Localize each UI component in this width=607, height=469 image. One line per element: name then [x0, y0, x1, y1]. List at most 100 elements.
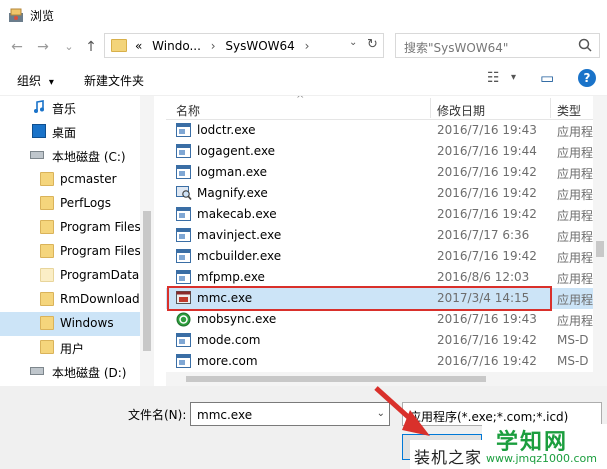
file-name: mmc.exe: [197, 291, 253, 305]
navigation-pane: 音乐 桌面 本地磁盘 (C:) pcmaster PerfLogs Progra…: [0, 96, 154, 386]
file-type: 应用程: [557, 209, 594, 223]
sort-ascending-icon: ^: [296, 96, 305, 105]
view-options-icon[interactable]: ☷: [487, 70, 500, 86]
scrollbar-thumb[interactable]: [186, 376, 486, 382]
column-header-type[interactable]: 类型: [557, 102, 581, 119]
search-input[interactable]: 搜索"SysWOW64": [395, 33, 600, 58]
horizontal-scrollbar[interactable]: [166, 372, 593, 386]
exe-file-icon: [176, 144, 191, 158]
up-folder-icon[interactable]: ↑: [82, 38, 100, 56]
sidebar-item-label: 用户: [60, 342, 85, 356]
search-icon[interactable]: [577, 37, 593, 53]
file-row[interactable]: mobsync.exe 2016/7/16 19:43 应用程: [166, 309, 594, 330]
file-row[interactable]: logagent.exe 2016/7/16 19:44 应用程: [166, 141, 594, 162]
new-folder-button[interactable]: 新建文件夹: [84, 72, 144, 89]
address-bar[interactable]: « Windo... › SysWOW64 › ⌄ ↻: [104, 33, 384, 58]
sidebar-item-drive-d[interactable]: 本地磁盘 (D:): [0, 360, 140, 384]
column-divider[interactable]: [550, 98, 551, 118]
sidebar-item-users[interactable]: 用户: [0, 336, 140, 360]
refresh-icon[interactable]: ↻: [367, 37, 378, 52]
sidebar-item-label: ProgramData: [60, 268, 140, 282]
file-date: 2016/8/6 12:03: [437, 270, 530, 284]
sidebar-item-desktop[interactable]: 桌面: [0, 120, 140, 144]
sidebar-item-music[interactable]: 音乐: [0, 96, 140, 120]
column-header-row: 名称 ^ 修改日期 类型: [166, 96, 607, 120]
file-date: 2016/7/16 19:42: [437, 207, 537, 221]
sidebar-item-label: RmDownload: [60, 292, 140, 306]
sidebar-item-label: PerfLogs: [60, 196, 112, 210]
chevron-down-icon[interactable]: ⌄: [377, 408, 385, 419]
filename-input[interactable]: mmc.exe ⌄: [190, 402, 390, 426]
breadcrumb-item-windows[interactable]: Windo...: [152, 39, 201, 53]
view-dropdown-icon[interactable]: ▾: [511, 72, 516, 83]
file-type: 应用程: [557, 314, 594, 328]
sidebar-item-programdata[interactable]: ProgramData: [0, 264, 140, 288]
address-dropdown-icon[interactable]: ⌄: [349, 37, 357, 48]
file-date: 2016/7/16 19:42: [437, 165, 537, 179]
sidebar-item-label: 本地磁盘 (C:): [52, 150, 126, 164]
file-row-selected[interactable]: mmc.exe 2017/3/4 14:15 应用程: [166, 288, 594, 309]
folder-icon: [40, 220, 54, 234]
file-date: 2016/7/16 19:42: [437, 354, 537, 368]
file-name: logman.exe: [197, 165, 268, 179]
recent-locations-icon[interactable]: ⌄: [60, 38, 78, 56]
sidebar-item-rmdownload[interactable]: RmDownload: [0, 288, 140, 312]
file-row[interactable]: logman.exe 2016/7/16 19:42 应用程: [166, 162, 594, 183]
sidebar-item-label: Program Files: [60, 220, 141, 234]
file-name: logagent.exe: [197, 144, 276, 158]
music-icon: [34, 100, 44, 113]
folder-icon: [40, 268, 54, 282]
mmc-app-icon: [176, 291, 191, 304]
organize-button[interactable]: 组织 ▾: [17, 72, 54, 89]
file-type: MS-D: [557, 354, 589, 368]
file-list-scrollbar[interactable]: [593, 96, 607, 386]
scrollbar-thumb[interactable]: [143, 211, 151, 351]
file-row[interactable]: lodctr.exe 2016/7/16 19:43 应用程: [166, 120, 594, 141]
sidebar-item-perflogs[interactable]: PerfLogs: [0, 192, 140, 216]
file-name: more.com: [197, 354, 258, 368]
file-row[interactable]: mcbuilder.exe 2016/7/16 19:42 应用程: [166, 246, 594, 267]
file-type: 应用程: [557, 230, 594, 244]
breadcrumb-separator-icon[interactable]: ›: [305, 39, 310, 53]
exe-file-icon: [176, 165, 191, 179]
folder-icon: [40, 340, 54, 354]
back-icon[interactable]: ←: [8, 38, 26, 56]
file-row[interactable]: mfpmp.exe 2016/8/6 12:03 应用程: [166, 267, 594, 288]
sidebar-item-windows[interactable]: Windows: [0, 312, 140, 336]
file-row[interactable]: more.com 2016/7/16 19:42 MS-D: [166, 351, 594, 372]
sidebar-item-drive-c[interactable]: 本地磁盘 (C:): [0, 144, 140, 168]
file-row[interactable]: mavinject.exe 2016/7/17 6:36 应用程: [166, 225, 594, 246]
column-header-name[interactable]: 名称: [176, 102, 200, 119]
sidebar-item-label: 音乐: [52, 102, 77, 116]
sidebar-item-program-files[interactable]: Program Files: [0, 216, 141, 240]
scrollbar-thumb[interactable]: [596, 241, 604, 257]
file-type: 应用程: [557, 146, 594, 160]
breadcrumb-item-syswow64[interactable]: SysWOW64: [225, 39, 294, 53]
filetype-value: 应用程序(*.exe;*.com;*.icd): [409, 410, 569, 424]
filename-label: 文件名(N):: [128, 408, 187, 422]
breadcrumb-prefix[interactable]: «: [135, 39, 142, 53]
forward-icon[interactable]: →: [34, 38, 52, 56]
filetype-select[interactable]: 应用程序(*.exe;*.com;*.icd): [402, 402, 602, 426]
file-type: 应用程: [557, 293, 594, 307]
breadcrumb: « Windo... › SysWOW64 ›: [135, 39, 315, 53]
folder-icon: [111, 39, 127, 52]
sidebar-item-program-files-x86[interactable]: Program Files: [0, 240, 141, 264]
column-header-date[interactable]: 修改日期: [437, 102, 485, 119]
file-row[interactable]: makecab.exe 2016/7/16 19:42 应用程: [166, 204, 594, 225]
sidebar-scrollbar[interactable]: [140, 96, 154, 386]
folder-icon: [40, 196, 54, 210]
file-row[interactable]: Magnify.exe 2016/7/16 19:42 应用程: [166, 183, 594, 204]
file-name: mcbuilder.exe: [197, 249, 282, 263]
command-bar: 组织 ▾ 新建文件夹 ☷ ▾ ▭: [0, 64, 607, 96]
sidebar-item-pcmaster[interactable]: pcmaster: [0, 168, 140, 192]
file-type: 应用程: [557, 251, 594, 265]
file-row[interactable]: mode.com 2016/7/16 19:42 MS-D: [166, 330, 594, 351]
preview-pane-icon[interactable]: ▭: [540, 69, 554, 87]
drive-icon: [30, 367, 44, 375]
file-type: 应用程: [557, 272, 594, 286]
help-button[interactable]: ?: [578, 69, 596, 87]
app-icon: [9, 8, 23, 22]
breadcrumb-separator-icon[interactable]: ›: [211, 39, 216, 53]
column-divider[interactable]: [430, 98, 431, 118]
